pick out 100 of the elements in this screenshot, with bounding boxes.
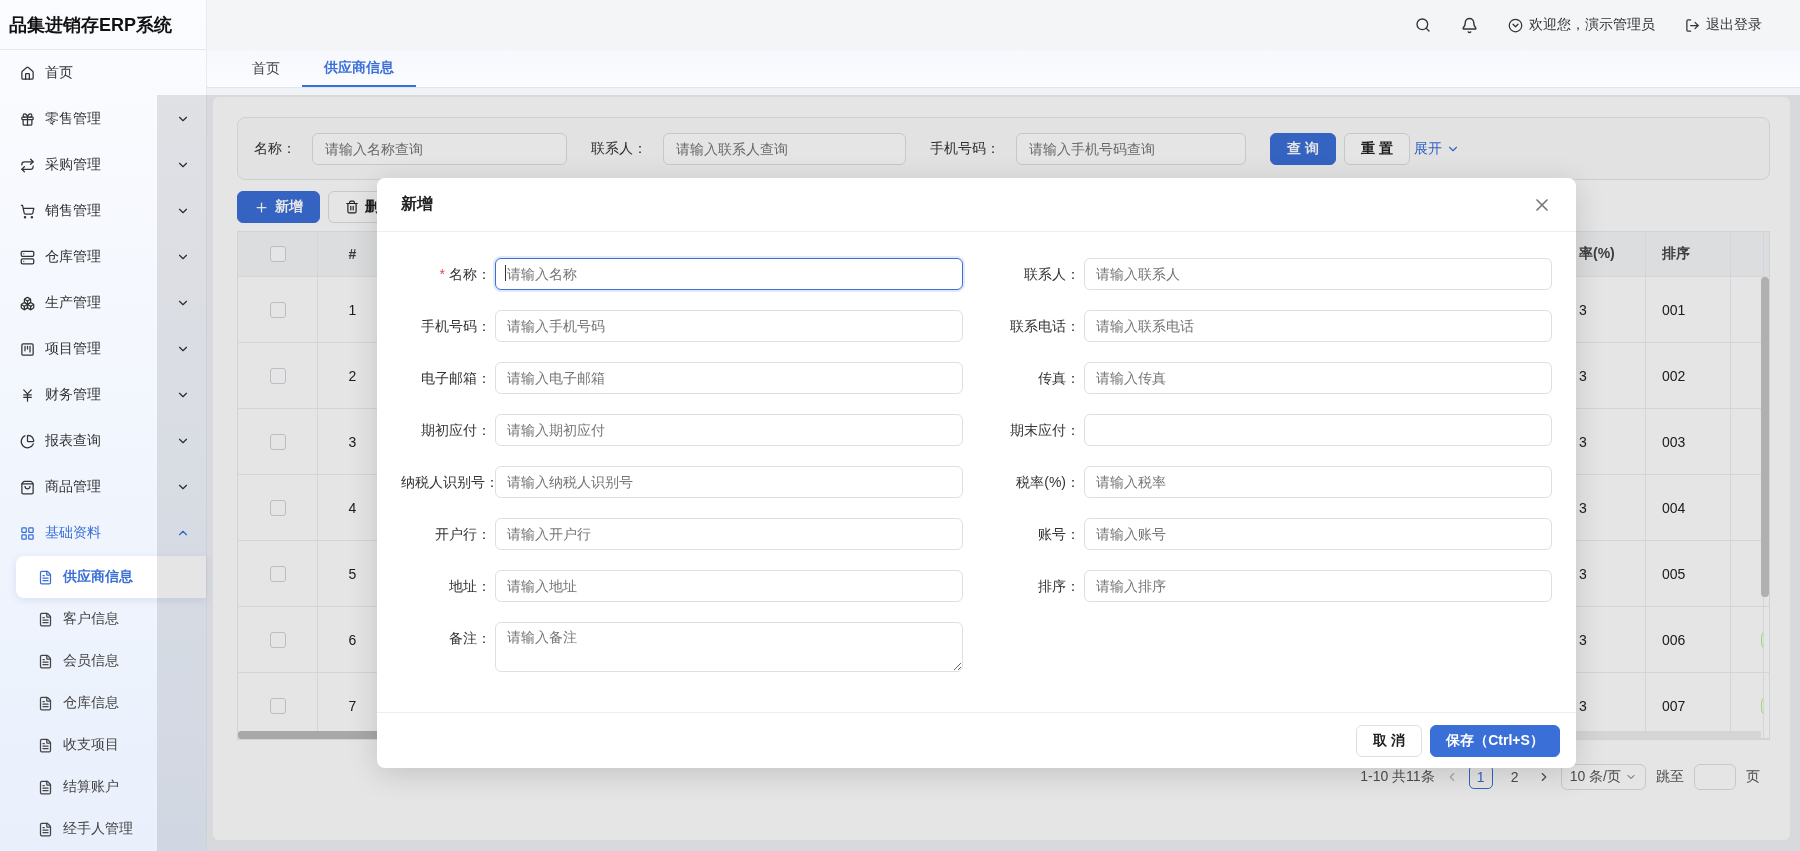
jump-label: 跳至	[1656, 768, 1684, 786]
field-label: 期末应付：	[1009, 421, 1081, 440]
field-label: 传真：	[1037, 369, 1081, 388]
table-cell: 5	[348, 565, 357, 582]
sidebar-item[interactable]: 仓库管理	[0, 234, 206, 280]
page-unit: 页	[1746, 768, 1760, 786]
logout-icon	[1685, 17, 1700, 33]
table-cell: 005	[1662, 565, 1686, 582]
table-cell: 3	[1579, 631, 1587, 648]
search-icon[interactable]	[1415, 17, 1431, 33]
row-checkbox[interactable]	[269, 499, 286, 516]
field-label: 手机号码：	[420, 317, 492, 336]
field-label: 税率(%)：	[1015, 473, 1081, 492]
logout-link[interactable]: 退出登录	[1685, 16, 1762, 34]
server-icon	[20, 249, 35, 265]
search-label: 名称：	[254, 139, 296, 158]
sidebar-item[interactable]: 基础资料	[0, 510, 206, 556]
plus-icon	[254, 199, 269, 215]
sidebar-subitem[interactable]: 经手人管理	[16, 808, 206, 850]
sidebar-subitem[interactable]: 仓库信息	[16, 682, 206, 724]
column-header: 率(%)	[1579, 245, 1615, 263]
row-checkbox[interactable]	[269, 301, 286, 318]
expand-link[interactable]: 展开	[1409, 139, 1464, 158]
table-cell: 3	[1579, 367, 1587, 384]
sidebar-item[interactable]: 采购管理	[0, 142, 206, 188]
pagination-summary: 1-10 共11条	[1360, 768, 1435, 786]
document-icon	[38, 653, 53, 669]
sidebar-item[interactable]: 商品管理	[0, 464, 206, 510]
sidebar-subitem[interactable]: 供应商信息	[16, 556, 206, 598]
vertical-scrollbar[interactable]	[1761, 277, 1769, 597]
row-checkbox[interactable]	[269, 631, 286, 648]
gift-icon	[20, 111, 35, 127]
boxes-icon	[20, 295, 35, 311]
repeat-icon	[20, 157, 35, 173]
bag-icon	[20, 479, 35, 495]
search-label: 联系人：	[591, 139, 647, 158]
document-icon	[38, 695, 53, 711]
table-cell: 004	[1662, 499, 1686, 516]
home-icon	[20, 65, 35, 81]
page-tab[interactable]: 首页	[230, 50, 302, 87]
field-label: 联系电话：	[1009, 317, 1081, 336]
user-menu[interactable]: 欢迎您，演示管理员	[1508, 16, 1655, 34]
sidebar-subitem[interactable]: 会员信息	[16, 640, 206, 682]
table-cell: 3	[1579, 433, 1587, 450]
table-cell: 3	[348, 433, 357, 450]
column-header: #	[348, 246, 357, 262]
sidebar-item[interactable]: 首页	[0, 50, 206, 96]
grid-icon	[20, 525, 35, 541]
bell-icon[interactable]	[1461, 16, 1478, 34]
cancel-button[interactable]: 取 消	[1356, 724, 1422, 757]
document-icon	[38, 611, 53, 627]
row-checkbox[interactable]	[269, 697, 286, 714]
dialog-title: 新增	[401, 194, 433, 214]
table-cell: 3	[1579, 301, 1587, 318]
select-all-checkbox[interactable]	[269, 246, 286, 262]
row-checkbox[interactable]	[269, 367, 286, 384]
table-cell: 002	[1662, 367, 1686, 384]
column-header: 排序	[1662, 245, 1690, 263]
sidebar-item[interactable]: 生产管理	[0, 280, 206, 326]
save-button[interactable]: 保存（Ctrl+S）	[1430, 724, 1560, 757]
search-field[interactable]: 请输入名称查询	[312, 132, 567, 165]
sidebar-subitem[interactable]: 客户信息	[16, 598, 206, 640]
search-label: 手机号码：	[930, 139, 1000, 158]
text-cursor	[505, 265, 506, 281]
page-number[interactable]: 2	[1502, 765, 1527, 789]
sidebar-item[interactable]: 报表查询	[0, 418, 206, 464]
search-field[interactable]: 请输入联系人查询	[663, 132, 906, 165]
page-tab[interactable]: 供应商信息	[302, 50, 416, 87]
row-checkbox[interactable]	[269, 433, 286, 450]
table-cell: 006	[1662, 631, 1686, 648]
sidebar-item[interactable]: 销售管理	[0, 188, 206, 234]
textarea-field[interactable]: 请输入备注	[495, 622, 963, 672]
chevron-circle-icon	[1508, 17, 1523, 33]
yen-icon	[20, 387, 35, 403]
add-button[interactable]: 新增	[237, 191, 320, 223]
input-field[interactable]: 请输入名称	[495, 258, 963, 290]
table-cell: 3	[1579, 697, 1587, 714]
kanban-icon	[20, 341, 35, 357]
field-label: 账号：	[1037, 525, 1081, 544]
sidebar-item[interactable]: 项目管理	[0, 326, 206, 372]
document-icon	[38, 737, 53, 753]
search-field[interactable]: 请输入手机号码查询	[1016, 132, 1246, 165]
table-cell: 3	[1579, 499, 1587, 516]
document-icon	[38, 779, 53, 795]
jump-field[interactable]	[1694, 764, 1736, 790]
field-label: 纳税人识别号：	[401, 473, 495, 492]
sidebar-subitem[interactable]: 结算账户	[16, 766, 206, 808]
table-cell: 001	[1662, 301, 1686, 318]
table-cell: 007	[1662, 697, 1686, 714]
sidebar-subitem[interactable]: 收支项目	[16, 724, 206, 766]
sidebar-item[interactable]: 财务管理	[0, 372, 206, 418]
field-label: 地址：	[448, 577, 492, 596]
reset-button[interactable]: 重 置	[1343, 132, 1410, 165]
field-label: 期初应付：	[420, 421, 492, 440]
table-cell: 6	[348, 631, 357, 648]
field-label: 联系人：	[1023, 265, 1081, 284]
row-checkbox[interactable]	[269, 565, 286, 582]
field-label: * 名称：	[438, 265, 492, 284]
sidebar-item[interactable]: 零售管理	[0, 96, 206, 142]
query-button[interactable]: 查 询	[1270, 132, 1336, 165]
